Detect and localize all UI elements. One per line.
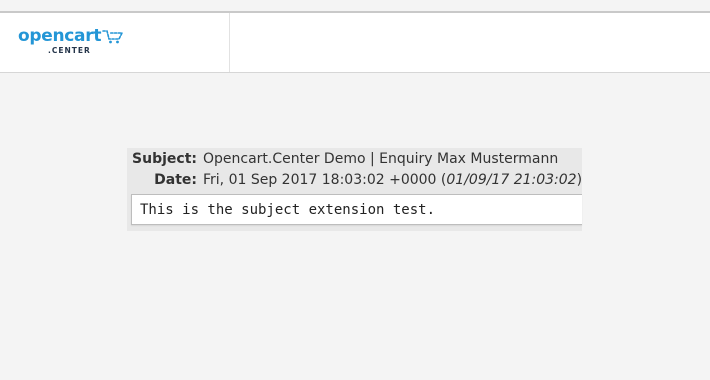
- logo-subtitle: .CENTER: [48, 46, 91, 55]
- header-divider: [229, 13, 230, 72]
- email-body-text: This is the subject extension test.: [140, 202, 436, 218]
- email-body: This is the subject extension test.: [131, 194, 582, 225]
- subject-label: Subject:: [132, 151, 197, 167]
- opencart-center-logo[interactable]: opencart .CENTER: [18, 26, 128, 60]
- date-value: Fri, 01 Sep 2017 18:03:02 +0000 (01/09/1…: [203, 172, 583, 188]
- date-row: Date: Fri, 01 Sep 2017 18:03:02 +0000 (01…: [127, 170, 582, 190]
- logo-wordmark: opencart: [18, 26, 102, 46]
- subject-value: Opencart.Center Demo | Enquiry Max Muste…: [203, 151, 559, 167]
- email-preview: Subject: Opencart.Center Demo | Enquiry M…: [127, 148, 582, 231]
- date-utc: Fri, 01 Sep 2017 18:03:02 +0000: [203, 172, 437, 188]
- date-label: Date:: [154, 172, 197, 188]
- page-header: opencart .CENTER: [0, 13, 710, 73]
- subject-row: Subject: Opencart.Center Demo | Enquiry M…: [127, 149, 558, 169]
- cart-icon: [102, 30, 124, 44]
- date-local: 01/09/17 21:03:02: [446, 172, 577, 188]
